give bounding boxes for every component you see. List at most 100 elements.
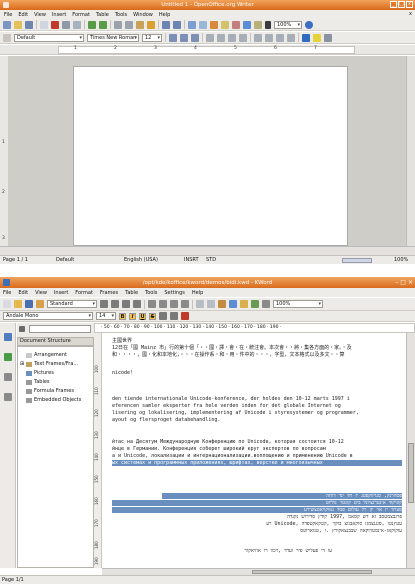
new-document-icon[interactable] bbox=[3, 20, 11, 29]
autospell-icon[interactable] bbox=[99, 20, 107, 29]
tree-item[interactable]: Formula Frames bbox=[26, 388, 74, 394]
writer-vertical-scrollbar[interactable] bbox=[406, 56, 415, 246]
menu-window[interactable]: Window bbox=[133, 12, 153, 18]
menu-edit[interactable]: Edit bbox=[18, 12, 28, 18]
writer-horizontal-scrollbar[interactable] bbox=[0, 246, 415, 255]
save-icon[interactable] bbox=[25, 300, 33, 308]
increase-indent-icon[interactable] bbox=[181, 300, 189, 308]
text-frame-tool-icon[interactable] bbox=[4, 333, 12, 341]
table-tool-icon[interactable] bbox=[4, 373, 12, 381]
save-icon[interactable] bbox=[25, 20, 33, 29]
tree-item[interactable]: Embedded Objects bbox=[26, 397, 81, 403]
justify-icon[interactable] bbox=[133, 300, 141, 308]
print-icon[interactable] bbox=[62, 20, 70, 29]
search-icon[interactable] bbox=[19, 326, 25, 332]
export-pdf-icon[interactable] bbox=[51, 20, 59, 29]
maximize-icon[interactable]: □ bbox=[400, 279, 406, 286]
font-name-select[interactable]: Times New Roman bbox=[87, 33, 139, 42]
edit-file-icon[interactable] bbox=[40, 20, 48, 29]
table-icon[interactable] bbox=[199, 20, 207, 29]
nonprinting-chars-icon[interactable] bbox=[265, 20, 271, 29]
bullet-list-icon[interactable] bbox=[159, 300, 167, 308]
decrease-indent-icon[interactable] bbox=[170, 300, 178, 308]
maximize-icon[interactable]: □ bbox=[398, 1, 405, 8]
menu-table[interactable]: Table bbox=[96, 12, 109, 18]
align-right-icon[interactable] bbox=[122, 300, 130, 308]
font-size-select[interactable]: 14 bbox=[96, 312, 116, 320]
style-select[interactable]: Standard bbox=[47, 300, 97, 308]
formula-tool-icon[interactable] bbox=[4, 393, 12, 401]
align-left-icon[interactable] bbox=[206, 33, 214, 42]
italic-button[interactable]: I bbox=[129, 312, 136, 320]
font-name-select[interactable]: Andale Mono bbox=[3, 312, 93, 320]
status-selection-mode[interactable]: STD bbox=[206, 257, 216, 263]
align-center-icon[interactable] bbox=[111, 300, 119, 308]
menu-edit[interactable]: Edit bbox=[18, 290, 28, 296]
bullets-icon[interactable] bbox=[265, 33, 273, 42]
status-insert-mode[interactable]: INSRT bbox=[184, 257, 199, 263]
align-right-icon[interactable] bbox=[228, 33, 236, 42]
kword-horizontal-ruler[interactable]: · 50 · 60 · 70 · 80 · 90 · 100 · 110 · 1… bbox=[94, 323, 415, 333]
menu-file[interactable]: File bbox=[3, 290, 11, 296]
picture-tool-icon[interactable] bbox=[4, 353, 12, 361]
background-color-icon[interactable] bbox=[324, 33, 332, 42]
spellcheck-icon[interactable] bbox=[251, 300, 259, 308]
menu-insert[interactable]: Insert bbox=[52, 12, 66, 18]
writer-horizontal-ruler[interactable]: 1 2 3 4 5 6 7 bbox=[0, 45, 415, 55]
cut-icon[interactable] bbox=[218, 300, 226, 308]
font-size-select[interactable]: 12 bbox=[142, 33, 162, 42]
minimize-icon[interactable]: _ bbox=[390, 1, 397, 8]
open-folder-icon[interactable] bbox=[14, 20, 22, 29]
bold-button[interactable]: B bbox=[119, 312, 126, 320]
redo-icon[interactable] bbox=[207, 300, 215, 308]
highlighting-icon[interactable] bbox=[313, 33, 321, 42]
open-folder-icon[interactable] bbox=[14, 300, 22, 308]
increase-indent-icon[interactable] bbox=[287, 33, 295, 42]
kword-vertical-ruler[interactable]: 100 110 120 130 140 150 160 170 180 190 bbox=[94, 333, 102, 568]
menu-file[interactable]: File bbox=[4, 12, 12, 18]
menu-help[interactable]: Help bbox=[159, 12, 170, 18]
format-paintbrush-icon[interactable] bbox=[147, 20, 155, 29]
bold-icon[interactable] bbox=[169, 33, 177, 42]
minimize-icon[interactable]: – bbox=[395, 279, 398, 286]
gallery-icon[interactable] bbox=[243, 20, 251, 29]
menu-insert[interactable]: Insert bbox=[54, 290, 68, 296]
styles-formatting-icon[interactable] bbox=[3, 33, 11, 42]
menu-format[interactable]: Format bbox=[72, 12, 90, 18]
paste-icon[interactable] bbox=[136, 20, 144, 29]
align-left-icon[interactable] bbox=[100, 300, 108, 308]
print-preview-icon[interactable] bbox=[73, 20, 81, 29]
paintbrush-icon[interactable] bbox=[36, 300, 44, 308]
menu-format[interactable]: Format bbox=[75, 290, 93, 296]
menu-settings[interactable]: Settings bbox=[164, 290, 185, 296]
writer-vertical-ruler[interactable]: 1 2 3 bbox=[0, 56, 9, 246]
menu-tools[interactable]: Tools bbox=[145, 290, 157, 296]
tree-item[interactable]: ⊞ Text Frames/Fra... bbox=[20, 361, 78, 367]
zoom-select[interactable]: 100% bbox=[273, 300, 323, 308]
italic-icon[interactable] bbox=[180, 33, 188, 42]
zoom-slider[interactable] bbox=[342, 258, 372, 263]
align-center-icon[interactable] bbox=[217, 33, 225, 42]
menu-tools[interactable]: Tools bbox=[115, 12, 127, 18]
underline-icon[interactable] bbox=[191, 33, 199, 42]
formatting-marks-icon[interactable] bbox=[262, 300, 270, 308]
justify-icon[interactable] bbox=[239, 33, 247, 42]
panel-title[interactable]: Document Structure bbox=[17, 337, 94, 346]
menu-view[interactable]: View bbox=[34, 12, 46, 18]
undo-icon[interactable] bbox=[196, 300, 204, 308]
kword-horizontal-scrollbar[interactable] bbox=[102, 568, 415, 575]
spellcheck-icon[interactable] bbox=[88, 20, 96, 29]
superscript-icon[interactable] bbox=[159, 312, 167, 320]
close-icon[interactable]: × bbox=[408, 279, 413, 286]
menu-table[interactable]: Table bbox=[125, 290, 138, 296]
subscript-icon[interactable] bbox=[170, 312, 178, 320]
menu-help[interactable]: Help bbox=[192, 290, 203, 296]
find-replace-icon[interactable] bbox=[221, 20, 229, 29]
font-color-icon[interactable] bbox=[302, 33, 310, 42]
tree-item[interactable]: Tables bbox=[26, 379, 50, 385]
copy-icon[interactable] bbox=[125, 20, 133, 29]
text-color-icon[interactable] bbox=[181, 312, 189, 320]
numbering-icon[interactable] bbox=[254, 33, 262, 42]
kword-document-canvas[interactable]: 主國世界 12日在「國 Mainz 市」行的第十個「‧‧國‧譯‧會‧在‧統注會。… bbox=[102, 333, 406, 568]
cut-icon[interactable] bbox=[114, 20, 122, 29]
